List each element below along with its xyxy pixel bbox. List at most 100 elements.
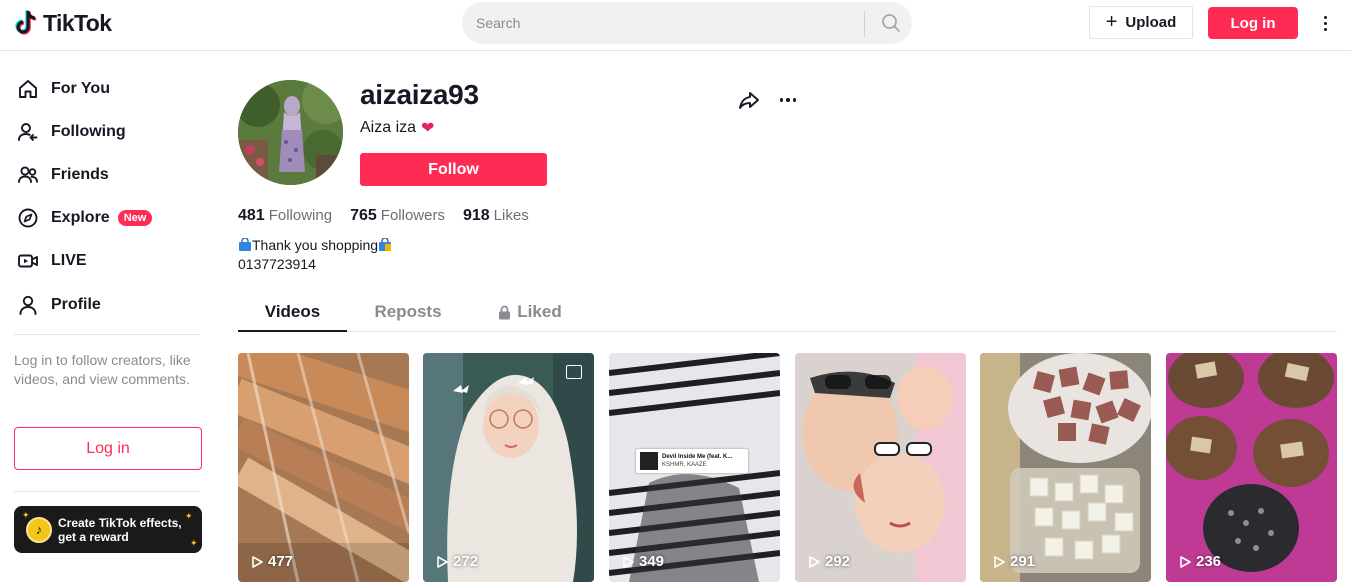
view-count: 236 — [1180, 553, 1221, 570]
sidebar-item-label: Friends — [51, 166, 109, 183]
view-count: 272 — [437, 553, 478, 570]
upload-button[interactable]: + Upload — [1089, 6, 1193, 39]
follow-button[interactable]: Follow — [360, 153, 547, 186]
friends-icon — [16, 163, 40, 187]
sidebar-item-for-you[interactable]: For You — [16, 74, 110, 104]
sidebar-item-label: LIVE — [51, 252, 87, 269]
active-tab-indicator — [238, 330, 347, 332]
photo-post-icon — [566, 365, 582, 379]
sparkle-icon: ✦ — [185, 511, 193, 521]
video-thumbnail[interactable]: 292 — [795, 353, 966, 582]
sidebar-divider — [14, 334, 200, 335]
share-icon[interactable] — [737, 88, 761, 112]
video-thumbnail[interactable]: 272 — [423, 353, 594, 582]
view-count-value: 272 — [453, 553, 479, 570]
music-card: Devil Inside Me (feat. K... KSHMR, KAAZE — [636, 449, 748, 473]
header-login-button[interactable]: Log in — [1208, 7, 1298, 39]
stat-followers[interactable]: 765 Followers — [350, 207, 445, 225]
tiktok-logo[interactable]: TikTok — [14, 8, 112, 38]
video-cover — [795, 353, 966, 582]
profile-bio: Thank you shopping 0137723914 — [238, 236, 392, 274]
likes-label: Likes — [493, 207, 529, 224]
search-input[interactable] — [476, 2, 856, 44]
search-divider — [864, 11, 865, 37]
video-thumbnail[interactable]: 291 — [980, 353, 1151, 582]
effects-line-1: Create TikTok effects, — [58, 515, 182, 530]
music-artist: KSHMR, KAAZE — [662, 462, 707, 468]
tab-liked[interactable]: Liked — [490, 292, 570, 332]
more-options-icon[interactable] — [777, 90, 799, 110]
sidebar-item-label: For You — [51, 80, 110, 97]
video-cover — [980, 353, 1151, 582]
following-count: 481 — [238, 207, 265, 224]
tab-videos[interactable]: Videos — [238, 292, 347, 332]
view-count: 292 — [809, 553, 850, 570]
more-menu-icon[interactable] — [1316, 10, 1334, 36]
sidebar-login-button[interactable]: Log in — [14, 427, 202, 470]
plus-icon: + — [1105, 10, 1118, 33]
sidebar-item-label: Explore — [51, 209, 110, 226]
music-cover-icon — [640, 452, 658, 470]
view-count-value: 349 — [639, 553, 665, 570]
video-thumbnail[interactable]: 236 — [1166, 353, 1337, 582]
play-icon — [623, 555, 634, 568]
sidebar-item-live[interactable]: LIVE — [16, 246, 87, 276]
tab-reposts[interactable]: Reposts — [363, 292, 453, 332]
followers-count: 765 — [350, 207, 377, 224]
effects-banner-text: Create TikTok effects, get a reward — [58, 516, 182, 544]
sparkle-icon: ✦ — [22, 510, 30, 520]
bio-line-1: Thank you shopping — [238, 236, 392, 255]
profile-nickname: Aiza iza — [360, 119, 417, 136]
sparkle-icon: ✦ — [190, 538, 198, 548]
play-icon — [252, 555, 263, 568]
heart-icon: ❤ — [421, 120, 435, 137]
search-button[interactable] — [870, 2, 912, 44]
profile-icon — [16, 293, 40, 317]
tiktok-note-icon — [15, 9, 37, 35]
video-cover — [423, 353, 594, 582]
video-cover — [238, 353, 409, 582]
sidebar-item-friends[interactable]: Friends — [16, 160, 109, 190]
sidebar-item-following[interactable]: Following — [16, 117, 126, 147]
video-thumbnail[interactable]: 477 — [238, 353, 409, 582]
view-count-value: 477 — [268, 553, 294, 570]
shopping-bag-icon — [239, 238, 251, 251]
upload-label: Upload — [1125, 14, 1177, 31]
sidebar-item-profile[interactable]: Profile — [16, 290, 101, 320]
profile-tabs: Videos Reposts Liked — [238, 292, 1337, 332]
stat-following[interactable]: 481 Following — [238, 207, 332, 225]
profile-avatar — [238, 80, 343, 185]
view-count-value: 236 — [1196, 553, 1222, 570]
following-icon — [16, 120, 40, 144]
following-label: Following — [268, 207, 333, 224]
stat-likes: 918 Likes — [463, 207, 529, 225]
bio-text: Thank you shopping — [252, 237, 379, 253]
profile-stats: 481 Following 765 Followers 918 Likes — [238, 207, 529, 225]
compass-icon — [16, 206, 40, 230]
login-hint-text: Log in to follow creators, like videos, … — [14, 352, 191, 387]
home-icon — [16, 77, 40, 101]
top-header: TikTok + Upload Log in — [0, 0, 1351, 51]
tiktok-coin-icon: ♪ — [26, 516, 52, 543]
search-bar — [462, 2, 912, 44]
video-thumbnail[interactable]: Devil Inside Me (feat. K... KSHMR, KAAZE… — [609, 353, 780, 582]
view-count: 477 — [252, 553, 293, 570]
play-icon — [994, 555, 1005, 568]
lock-icon — [499, 305, 511, 319]
sidebar-item-label: Profile — [51, 296, 101, 313]
play-icon — [437, 555, 448, 568]
profile-username: aizaiza93 — [360, 79, 479, 110]
shopping-bag-icon — [379, 238, 392, 251]
tab-liked-label: Liked — [517, 302, 562, 321]
sidebar-item-explore[interactable]: Explore New — [16, 203, 153, 233]
sidebar: For You Following Friends Explore New LI… — [0, 51, 216, 582]
sidebar-divider — [14, 491, 200, 492]
effects-reward-banner[interactable]: ♪ Create TikTok effects, get a reward ✦ … — [14, 506, 202, 553]
view-count-value: 291 — [1010, 553, 1036, 570]
view-count-value: 292 — [825, 553, 851, 570]
music-info: Devil Inside Me (feat. K... KSHMR, KAAZE — [662, 453, 732, 469]
music-title: Devil Inside Me (feat. K... — [662, 454, 733, 460]
play-icon — [809, 555, 820, 568]
new-badge: New — [117, 210, 153, 226]
search-icon — [882, 14, 900, 32]
